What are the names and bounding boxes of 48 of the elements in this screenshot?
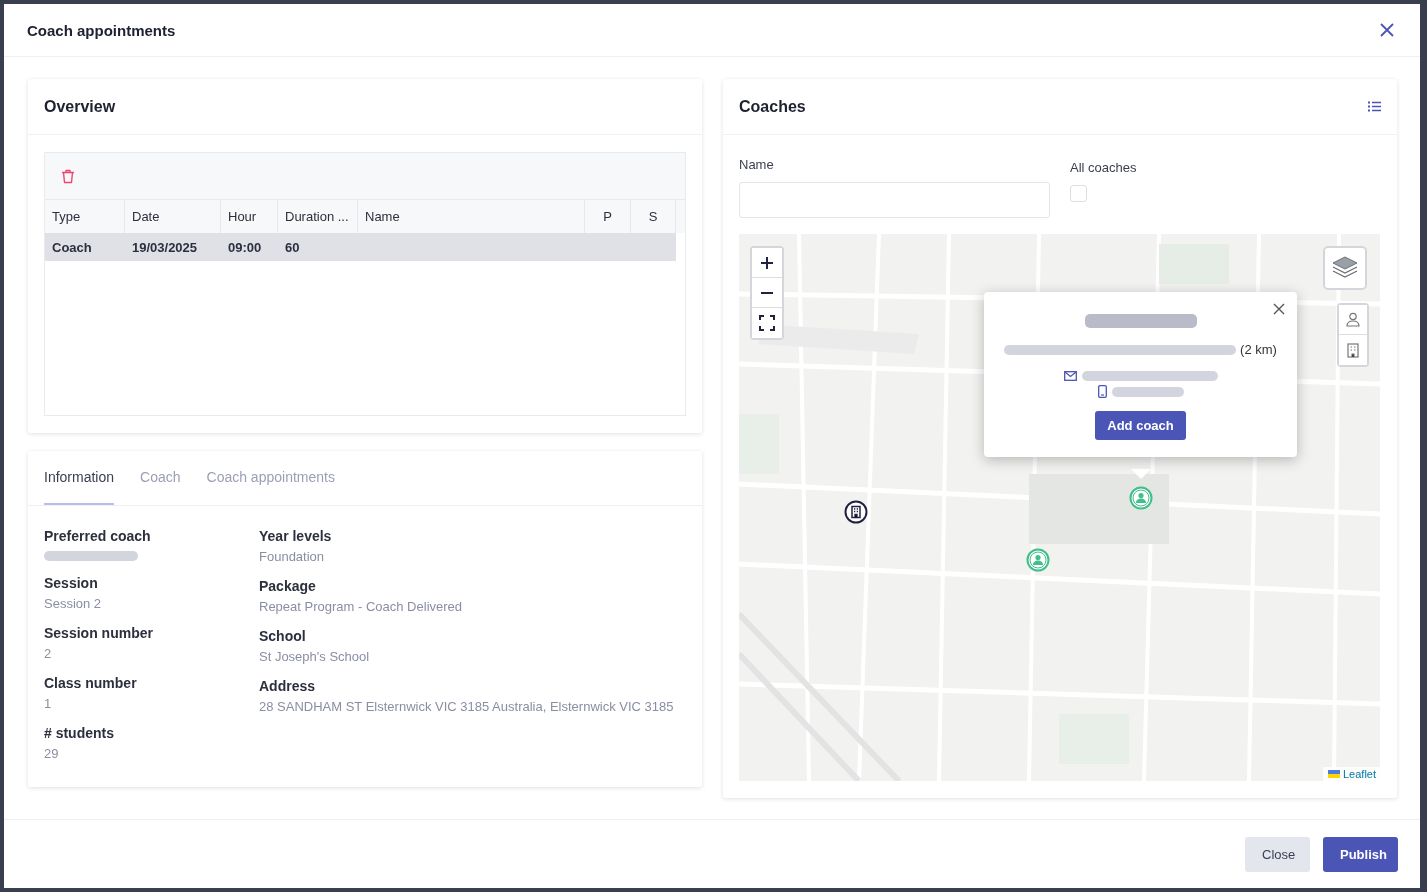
field-label: Package xyxy=(259,578,317,594)
field-value: 2 xyxy=(44,646,53,661)
list-icon[interactable] xyxy=(1368,101,1381,112)
layers-icon[interactable] xyxy=(1323,246,1367,290)
field-label: Session xyxy=(44,575,99,591)
card-title: Overview xyxy=(44,97,116,116)
close-icon[interactable] xyxy=(1378,21,1396,39)
flag-icon xyxy=(1327,770,1340,778)
table-cell-text: 19/03/2025 xyxy=(131,238,199,257)
field-value: Repeat Program - Coach Delivered xyxy=(259,599,464,614)
person-marker-icon[interactable] xyxy=(1026,548,1050,572)
table-cell-text: 09:00 xyxy=(227,238,263,257)
field-label: Name xyxy=(739,157,774,172)
mail-icon xyxy=(1063,371,1077,381)
close-icon[interactable] xyxy=(1273,303,1285,315)
field-value: St Joseph's School xyxy=(259,649,371,664)
field-value: Session 2 xyxy=(44,596,103,611)
field-label: Address xyxy=(259,678,317,694)
close-button[interactable]: Close xyxy=(1245,836,1310,872)
field-label: Preferred coach xyxy=(44,528,152,544)
card-title: Coaches xyxy=(739,97,806,116)
table-cell-text: 60 xyxy=(284,238,301,257)
coach-distance: (2 km) xyxy=(1240,342,1277,357)
add-coach-button[interactable]: Add coach xyxy=(1095,411,1186,440)
person-icon[interactable] xyxy=(1339,305,1367,335)
name-input[interactable] xyxy=(739,182,1050,218)
popup-pointer xyxy=(1131,469,1151,479)
field-label: # students xyxy=(44,725,115,741)
table-cell-text: Coach xyxy=(51,238,93,257)
publish-button[interactable]: Publish xyxy=(1323,836,1398,872)
field-value: 29 xyxy=(44,746,60,761)
building-marker-icon[interactable] xyxy=(844,500,868,524)
field-value: 1 xyxy=(44,696,53,711)
tab[interactable]: Information xyxy=(44,451,115,505)
window-title: Coach appointments xyxy=(27,21,176,39)
field-label: School xyxy=(259,628,307,644)
field-label: Year levels xyxy=(259,528,333,544)
field-value: Foundation xyxy=(259,549,326,564)
field-label: Session number xyxy=(44,625,154,641)
person-marker-icon[interactable] xyxy=(1129,486,1153,510)
field-value: 28 SANDHAM ST Elsternwick VIC 3185 Australia, Elsternwick VIC 3185 xyxy=(259,699,675,714)
trash-icon[interactable] xyxy=(61,168,75,184)
phone-icon xyxy=(1097,385,1107,398)
table-row[interactable]: Coach 19/03/2025 09:00 60 xyxy=(45,233,676,261)
checkbox-label: All coaches xyxy=(1070,160,1137,175)
all-coaches-checkbox[interactable] xyxy=(1070,185,1087,202)
zoom-in-icon[interactable] xyxy=(752,248,782,278)
field-label: Class number xyxy=(44,675,138,691)
